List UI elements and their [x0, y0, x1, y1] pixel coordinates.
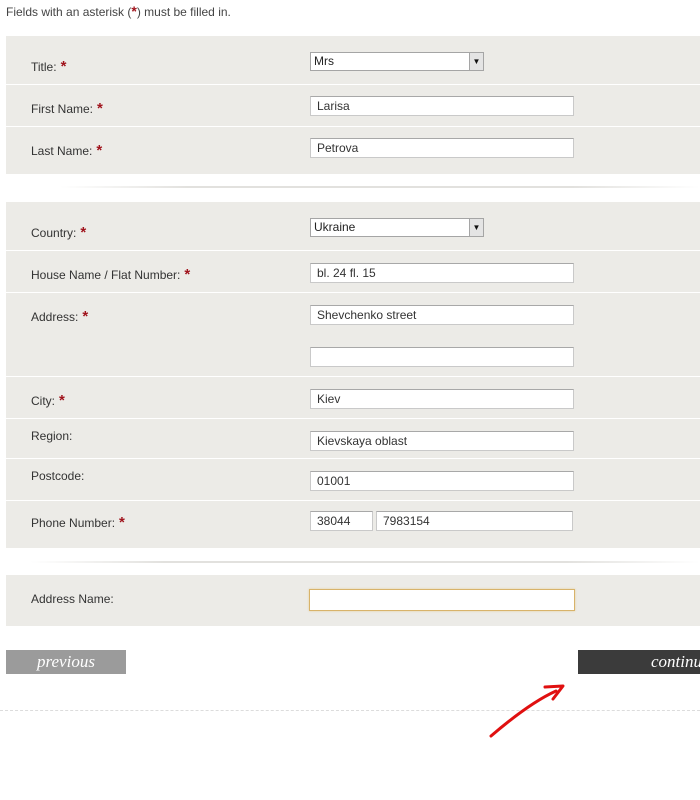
red-arrow-icon	[489, 684, 565, 738]
